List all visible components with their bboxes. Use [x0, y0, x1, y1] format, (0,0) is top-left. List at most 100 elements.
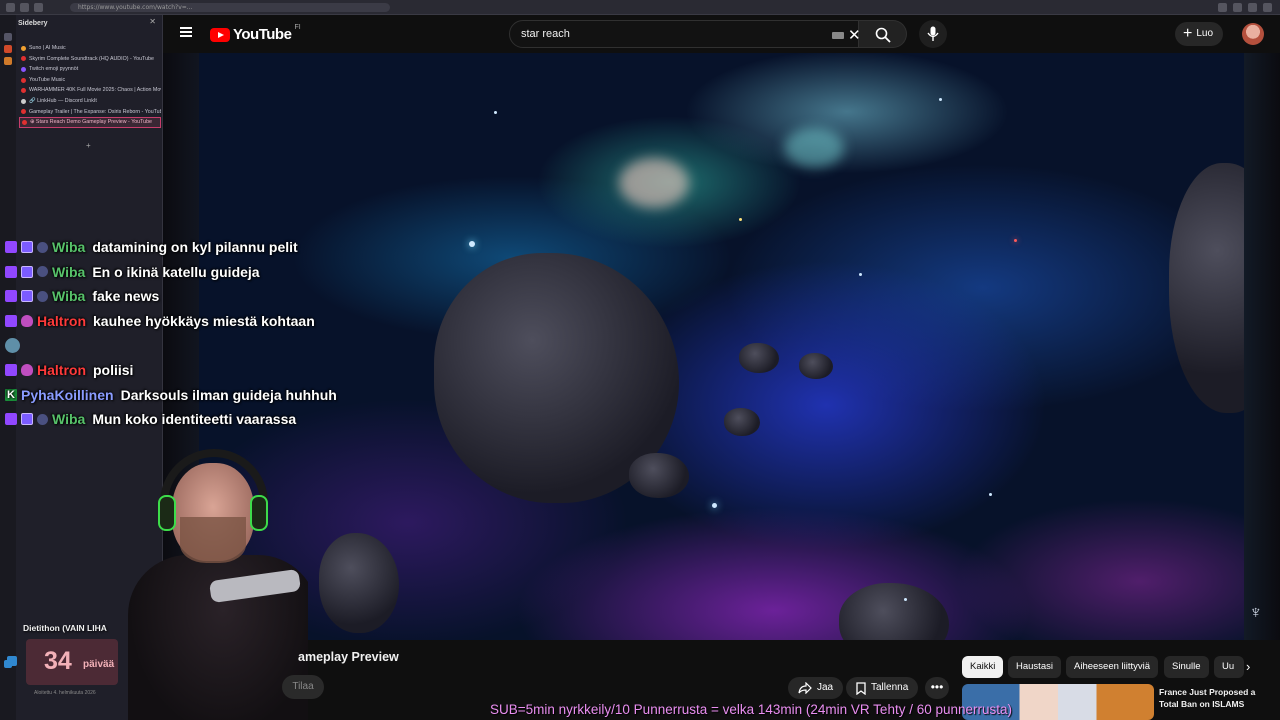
more-actions-button[interactable]: •••: [925, 677, 949, 699]
sidebery-tab[interactable]: Twitch emoji pyynnöt: [19, 64, 161, 75]
sub-badge-icon: [21, 290, 33, 303]
create-label: Luo: [1196, 28, 1214, 39]
tab-label: 🔗 LinkHub — Discord LinkIt: [29, 97, 97, 104]
tab-label: WARHAMMER 40K Full Movie 2025: Chaos | A…: [29, 87, 161, 94]
prime-badge-icon: [5, 290, 17, 303]
sidebery-title: Sidebery: [18, 20, 48, 27]
youtube-logo[interactable]: YouTube FI: [210, 24, 301, 43]
search-query: star reach: [521, 28, 570, 40]
sidebery-tab[interactable]: 🔗 LinkHub — Discord LinkIt: [19, 96, 161, 107]
chat-text: fake news: [92, 288, 160, 305]
keyboard-icon[interactable]: [832, 32, 844, 39]
forward-icon[interactable]: [20, 3, 29, 12]
save-button[interactable]: Tallenna: [846, 677, 919, 699]
sidebery-tab[interactable]: WARHAMMER 40K Full Movie 2025: Chaos | A…: [19, 85, 161, 96]
filter-chip[interactable]: Haustasi: [1008, 656, 1061, 678]
chat-text: Mun koko identiteetti vaarassa: [92, 411, 297, 428]
chat-username: Haltron: [37, 313, 86, 330]
stream-chat-overlay: Wiba datamining on kyl pilannu pelit Wiba E…: [5, 235, 405, 432]
favicon-icon: [21, 66, 26, 72]
url-bar[interactable]: https://www.youtube.com/watch?v=...: [70, 3, 390, 12]
tab-label: Suno | AI Music: [29, 45, 66, 51]
favicon-icon: [21, 98, 26, 104]
recommended-title[interactable]: France Just Proposed a Total Ban on ISLA…: [1159, 686, 1274, 710]
asteroid: [319, 533, 399, 633]
filter-chip[interactable]: Kaikki: [962, 656, 1004, 678]
microphone-icon: [927, 26, 939, 41]
gem-badge-icon: [21, 364, 33, 377]
favicon-icon: [21, 56, 26, 62]
filter-chip[interactable]: Uu: [1214, 656, 1244, 678]
mod-badge-icon: [37, 266, 48, 278]
chat-message: Haltron poliisi: [5, 358, 405, 383]
tab-label: Skyrim Complete Soundtrack (HQ AUDIO) - …: [29, 55, 154, 62]
star: [859, 273, 862, 276]
share-button[interactable]: Jaa: [788, 677, 844, 699]
sidebery-tab[interactable]: Gameplay Trailer | The Expanse: Osiris R…: [19, 107, 161, 118]
minimize-icon[interactable]: [1248, 3, 1257, 12]
chat-text: kauhee hyökkäys miestä kohtaan: [93, 313, 315, 330]
close-icon[interactable]: [1263, 3, 1272, 12]
menu-icon[interactable]: [180, 27, 192, 37]
video-title: ameplay Preview: [298, 650, 399, 664]
goal-label: Dietithon (VAIN LIHA: [23, 623, 107, 633]
chat-message: Wiba En o ikinä katellu guideja: [5, 260, 405, 285]
sidebery-tab[interactable]: YouTube Music: [19, 75, 161, 86]
streamer-beard: [180, 517, 246, 563]
mod-badge-icon: [37, 241, 48, 253]
chat-message: K PyhaKoillinen Darksouls ilman guideja hu…: [5, 383, 405, 408]
headset-earcup: [250, 495, 268, 531]
more-icon: •••: [930, 680, 944, 694]
prime-badge-icon: [5, 315, 17, 328]
back-icon[interactable]: [6, 3, 15, 12]
share-icon: [798, 682, 812, 694]
star: [712, 503, 717, 508]
widget-icon: [7, 656, 17, 666]
create-button[interactable]: + Luo: [1175, 22, 1224, 46]
extension-icon[interactable]: [1218, 3, 1227, 12]
bookmark-icon[interactable]: [4, 57, 12, 65]
asteroid: [629, 453, 689, 498]
channel-watermark[interactable]: ♆: [1249, 602, 1263, 623]
star: [494, 111, 497, 114]
chat-username: Wiba: [52, 288, 86, 305]
tab-label: YouTube Music: [29, 76, 66, 83]
subscribe-button[interactable]: Tilaa: [282, 675, 324, 699]
avatar[interactable]: [1242, 23, 1264, 45]
mod-badge-icon: [37, 290, 48, 302]
filter-chip[interactable]: Sinulle: [1164, 656, 1209, 678]
sidebery-tab[interactable]: Skyrim Complete Soundtrack (HQ AUDIO) - …: [19, 54, 161, 65]
chat-message: Wiba datamining on kyl pilannu pelit: [5, 235, 405, 260]
favicon-icon: [21, 77, 26, 83]
chat-text: En o ikinä katellu guideja: [92, 263, 260, 280]
goal-unit: päivää: [83, 659, 115, 670]
chat-username: Wiba: [52, 239, 86, 256]
search-button[interactable]: [859, 20, 907, 48]
star: [1014, 239, 1017, 242]
panel-icon[interactable]: [4, 33, 12, 41]
filter-chip[interactable]: Aiheeseen liittyviä: [1066, 656, 1159, 678]
sidebery-tab[interactable]: Suno | AI Music: [19, 43, 161, 54]
asteroid: [739, 343, 779, 373]
search-icon: [875, 27, 891, 43]
star: [939, 98, 942, 101]
favicon-icon: [21, 45, 26, 51]
chat-username: Haltron: [37, 362, 86, 379]
asteroid: [799, 353, 833, 379]
sub-badge-icon: [21, 413, 33, 426]
goal-counter: 34 päivää: [26, 639, 118, 685]
mod-badge-icon: [37, 413, 48, 425]
extension-icon[interactable]: [1233, 3, 1242, 12]
firefox-icon[interactable]: [4, 45, 12, 53]
sidebery-tab[interactable]: ⊕ Stars Reach Demo Gameplay Preview - Yo…: [19, 117, 161, 128]
prime-badge-icon: [5, 241, 17, 254]
chat-message: Wiba Mun koko identiteetti vaarassa: [5, 407, 405, 432]
browser-toolbar: https://www.youtube.com/watch?v=...: [0, 0, 1280, 15]
close-icon[interactable]: ✕: [149, 17, 156, 26]
reload-icon[interactable]: [34, 3, 43, 12]
search-input[interactable]: star reach ✕: [509, 20, 861, 48]
voice-search-button[interactable]: [919, 20, 947, 48]
new-tab-button[interactable]: +: [86, 141, 91, 150]
plus-icon: +: [1183, 25, 1193, 42]
chevron-right-icon[interactable]: ›: [1246, 659, 1250, 674]
